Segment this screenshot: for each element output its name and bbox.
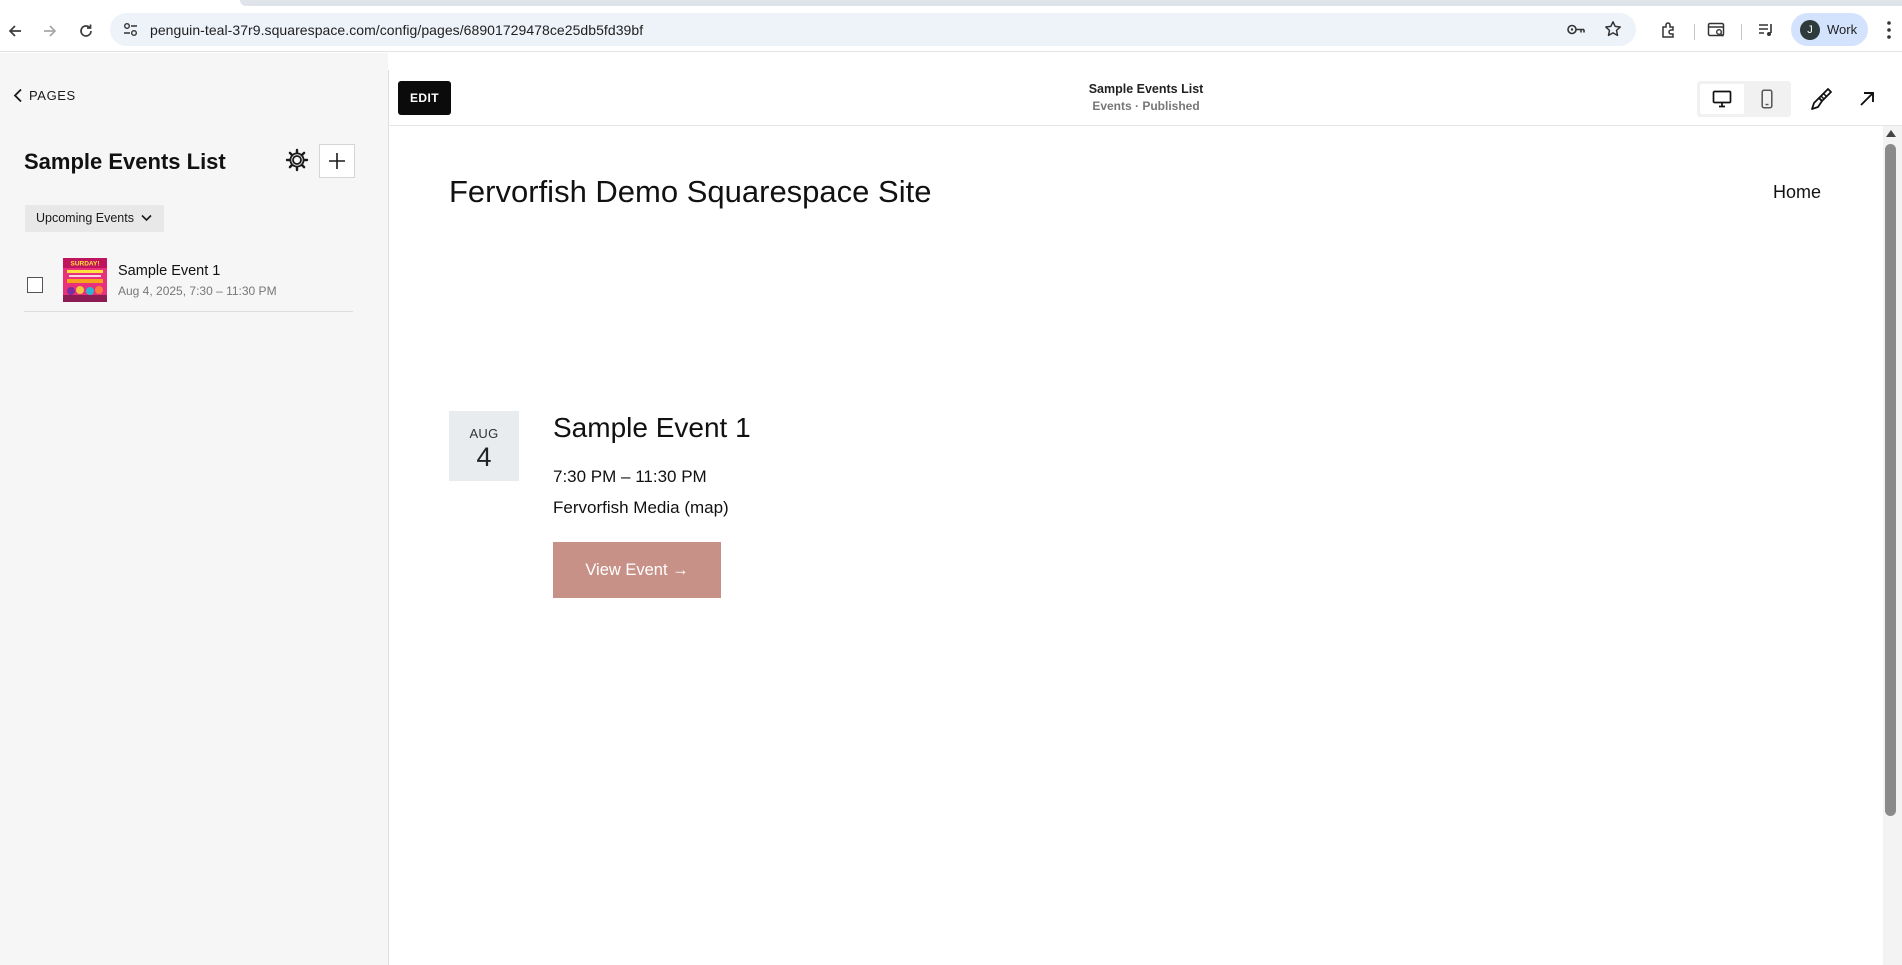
avatar: J <box>1800 20 1820 40</box>
tab-search-icon <box>1707 22 1724 37</box>
mobile-icon <box>1761 89 1773 109</box>
expand-arrow-icon[interactable] <box>1854 86 1880 112</box>
gear-icon[interactable] <box>284 147 310 173</box>
brush-icon[interactable] <box>1808 86 1834 112</box>
nav-link-home[interactable]: Home <box>1773 182 1821 203</box>
events-filter-dropdown[interactable]: Upcoming Events <box>25 205 164 232</box>
back-button[interactable] <box>2 18 28 44</box>
forward-icon <box>44 25 57 37</box>
scroll-up-arrow[interactable] <box>1886 130 1896 137</box>
extensions-button[interactable] <box>1658 19 1680 41</box>
event-title[interactable]: Sample Event 1 <box>553 412 751 444</box>
desktop-view-button[interactable] <box>1700 84 1744 114</box>
event-month: AUG <box>469 426 499 441</box>
event-list-item[interactable]: SURDAY! Sample Event 1 Aug 4, 2025, 7:30… <box>24 254 353 312</box>
forward-button[interactable] <box>37 18 63 44</box>
desktop-icon <box>1712 90 1732 108</box>
svg-text:SURDAY!: SURDAY! <box>70 261 99 268</box>
events-filter-label: Upcoming Events <box>36 211 134 225</box>
site-info-icon[interactable] <box>122 21 139 38</box>
scrollbar-thumb[interactable] <box>1885 144 1896 816</box>
device-view-toggle <box>1697 81 1791 117</box>
reload-icon <box>80 24 92 37</box>
preview-header: EDIT Sample Events List Events · Publish… <box>389 70 1902 126</box>
page-title: Sample Events List <box>24 149 226 174</box>
chevron-down-icon <box>141 214 152 222</box>
tab-search-button[interactable] <box>1705 19 1727 41</box>
event-location[interactable]: Fervorfish Media (map) <box>553 498 729 518</box>
more-menu-icon[interactable] <box>1880 19 1898 41</box>
event-time: 7:30 PM – 11:30 PM <box>553 467 707 486</box>
site-preview: EDIT Sample Events List Events · Publish… <box>388 70 1902 965</box>
profile-button[interactable]: J Work <box>1791 13 1868 46</box>
pages-sidebar: PAGES Sample Events List Upcoming Events… <box>0 53 388 965</box>
view-event-button[interactable]: View Event → <box>553 542 721 598</box>
extensions-icon <box>1662 22 1674 38</box>
preview-page-title: Sample Events List <box>1088 82 1204 96</box>
site-title[interactable]: Fervorfish Demo Squarespace Site <box>449 174 931 210</box>
preview-page-status: Events · Published <box>1092 99 1200 113</box>
password-key-icon[interactable] <box>1566 21 1586 38</box>
media-queue-button[interactable] <box>1755 19 1777 41</box>
back-to-pages-label: PAGES <box>29 88 76 103</box>
toolbar-divider <box>1741 24 1742 40</box>
media-queue-icon <box>1759 24 1772 36</box>
browser-toolbar: penguin-teal-37r9.squarespace.com/config… <box>0 6 1902 52</box>
bookmark-star-icon[interactable] <box>1604 20 1622 38</box>
event-item-title: Sample Event 1 <box>118 263 221 279</box>
add-event-button[interactable] <box>319 144 355 178</box>
event-day: 4 <box>476 442 492 472</box>
url-text[interactable]: penguin-teal-37r9.squarespace.com/config… <box>150 22 643 38</box>
toolbar-divider <box>1694 24 1695 40</box>
mobile-view-button[interactable] <box>1746 84 1788 114</box>
chevron-left-icon <box>13 88 22 103</box>
event-thumbnail: SURDAY! <box>63 258 107 302</box>
address-bar[interactable]: penguin-teal-37r9.squarespace.com/config… <box>110 13 1636 46</box>
back-to-pages-link[interactable]: PAGES <box>13 88 76 103</box>
plus-icon <box>329 153 345 169</box>
event-item-date: Aug 4, 2025, 7:30 – 11:30 PM <box>118 284 277 298</box>
reload-button[interactable] <box>73 18 99 44</box>
back-icon <box>8 25 21 37</box>
event-date-tile: AUG 4 <box>449 411 519 481</box>
event-select-checkbox[interactable] <box>27 277 43 293</box>
profile-name: Work <box>1827 22 1858 37</box>
